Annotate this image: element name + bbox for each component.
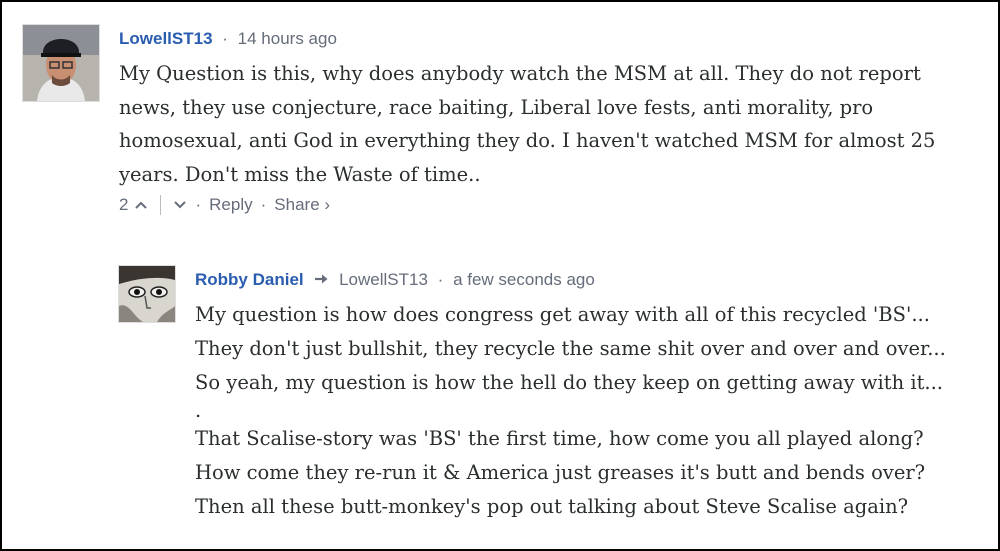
separator: · bbox=[437, 270, 444, 289]
comment-line: My question is how does congress get awa… bbox=[195, 303, 930, 326]
reply-button[interactable]: Reply bbox=[209, 195, 252, 215]
avatar[interactable] bbox=[22, 24, 100, 102]
avatar-photo bbox=[119, 266, 175, 322]
comment-thread: LowellST13 · 14 hours ago My Question is… bbox=[0, 0, 1000, 551]
comment-body: My question is how does congress get awa… bbox=[195, 298, 985, 524]
comment-line: years. Don't miss the Waste of time.. bbox=[119, 162, 481, 186]
reply-to-name[interactable]: LowellST13 bbox=[339, 270, 428, 289]
chevron-down-icon[interactable] bbox=[173, 195, 187, 215]
separator: · bbox=[222, 29, 228, 48]
separator: · bbox=[260, 195, 267, 214]
avatar-photo bbox=[23, 25, 99, 101]
reply-arrow-icon bbox=[314, 270, 330, 290]
comment-header: LowellST13 · 14 hours ago bbox=[119, 29, 337, 49]
comment-line: Then all these butt-monkey's pop out tal… bbox=[195, 495, 909, 518]
comment-line: So yeah, my question is how the hell do … bbox=[195, 371, 943, 394]
comment-line: homosexual, anti God in everything they … bbox=[119, 129, 936, 152]
chevron-up-icon[interactable] bbox=[134, 195, 148, 215]
comment-line: How come they re-run it & America just g… bbox=[195, 461, 926, 484]
comment-actions: 2 · Reply · Share › bbox=[119, 195, 330, 215]
comment-line: news, they use conjecture, race baiting,… bbox=[119, 95, 874, 119]
separator: · bbox=[195, 195, 202, 214]
comment-header: Robby Daniel LowellST13 · a few seconds … bbox=[195, 270, 595, 290]
comment-line: They don't just bullshit, they recycle t… bbox=[195, 337, 946, 360]
comment-line: That Scalise-story was 'BS' the first ti… bbox=[195, 427, 924, 450]
timestamp[interactable]: 14 hours ago bbox=[238, 29, 337, 48]
author-name[interactable]: Robby Daniel bbox=[195, 270, 304, 289]
comment-line: My Question is this, why does anybody wa… bbox=[119, 62, 921, 85]
divider bbox=[160, 195, 162, 215]
author-name[interactable]: LowellST13 bbox=[119, 29, 213, 48]
avatar[interactable] bbox=[118, 265, 176, 323]
comment-body: My Question is this, why does anybody wa… bbox=[119, 57, 979, 191]
share-button[interactable]: Share › bbox=[274, 195, 330, 215]
timestamp[interactable]: a few seconds ago bbox=[453, 270, 595, 289]
comment-line: . bbox=[195, 399, 202, 422]
vote-count: 2 bbox=[119, 195, 129, 214]
